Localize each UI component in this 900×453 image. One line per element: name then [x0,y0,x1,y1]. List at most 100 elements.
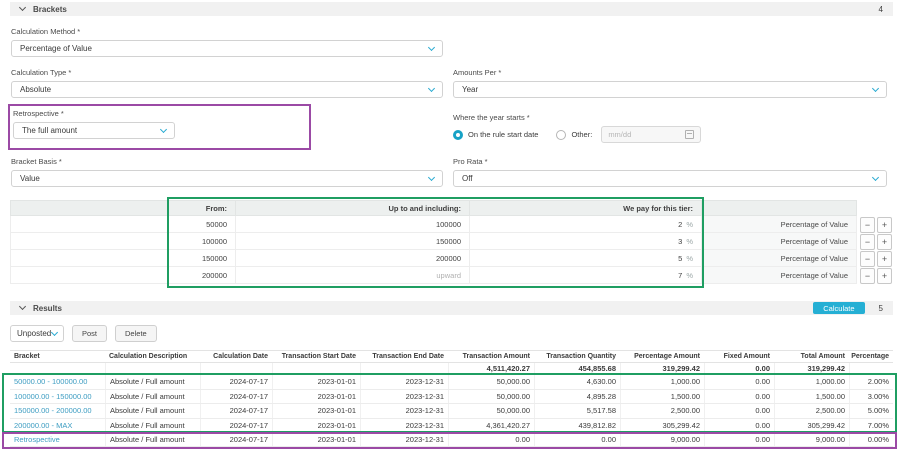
tier-wepay-input[interactable]: 3% [470,233,702,250]
add-tier-button[interactable]: + [877,250,892,267]
amounts-per-field: Amounts Per * Year [453,57,887,98]
tier-from-input[interactable]: 150000 [168,250,236,267]
remove-tier-button[interactable]: − [860,267,875,284]
tier-name-cell [10,216,168,233]
amounts-per-label: Amounts Per * [453,68,502,77]
post-button[interactable]: Post [72,325,108,342]
tier-from-input[interactable]: 50000 [168,216,236,233]
percentage-amount-cell: 305,299.42 [620,418,704,432]
tier-from-input[interactable]: 200000 [168,267,236,284]
transaction-start-date-cell: 2023-01-01 [272,375,360,389]
tier-from-input[interactable]: 100000 [168,233,236,250]
bracket-link[interactable]: 150000.00 - 200000.00 [10,404,105,418]
amounts-per-select[interactable]: Year [453,81,887,98]
transaction-quantity-cell: 439,812.82 [534,418,620,432]
column-header: Percentage [851,353,889,360]
tier-row-controls: − + [860,250,892,267]
remove-tier-button[interactable]: − [860,233,875,250]
totals-fixed-amount: 0.00 [704,363,774,374]
brackets-section-header[interactable]: Brackets 4 [10,2,893,16]
bracket-link[interactable]: 100000.00 - 150000.00 [10,390,105,404]
totals-cell [272,363,360,374]
posted-status-select[interactable]: Unposted [10,325,64,342]
fixed-amount-cell: 0.00 [704,418,774,432]
calculation-date-cell: 2024-07-17 [200,404,272,418]
percentage-cell: 7.00% [849,418,893,432]
calculation-type-select[interactable]: Absolute [11,81,443,98]
chevron-down-icon [871,173,880,182]
bracket-link[interactable]: 50000.00 - 100000.00 [10,375,105,389]
other-date-input[interactable]: mm/dd [601,126,702,143]
column-header: Transaction Amount [462,353,530,360]
delete-button[interactable]: Delete [115,325,157,342]
calculation-date-cell: 2024-07-17 [200,433,272,446]
tier-method-cell: Percentage of Value [702,267,857,284]
tier-wepay-input[interactable]: 7% [470,267,702,284]
pro-rata-select[interactable]: Off [453,170,887,187]
totals-cell [105,363,200,374]
tier-upto-input[interactable]: 150000 [236,233,470,250]
calculation-description-cell: Absolute / Full amount [105,389,200,403]
totals-cell [360,363,448,374]
tier-upto-input[interactable]: 100000 [236,216,470,233]
column-header: Total Amount [800,353,845,360]
remove-tier-button[interactable]: − [860,216,875,233]
result-row: 100000.00 - 150000.00 Absolute / Full am… [10,388,893,404]
tier-upto-input[interactable]: upward [236,267,470,284]
calculation-type-label: Calculation Type * [11,68,72,77]
results-toolbar: Unposted Post Delete [10,325,900,342]
bracket-link[interactable]: 200000.00 - MAX [10,419,105,433]
calculation-method-field: Calculation Method * Percentage of Value [11,16,443,57]
tier-header-row: From: Up to and including: We pay for th… [10,200,900,216]
calendar-icon[interactable] [685,130,695,139]
tier-wepay-value: 5 [678,253,683,263]
add-tier-button[interactable]: + [877,267,892,284]
column-header: Bracket [14,353,40,360]
pro-rata-value: Off [462,174,473,183]
other-date-radio[interactable] [556,129,567,140]
calculate-button[interactable]: Calculate [813,302,865,314]
column-header: Calculation Description [109,353,188,360]
transaction-end-date-cell: 2023-12-31 [360,404,448,418]
year-starts-field: Where the year starts * On the rule star… [453,98,887,150]
calculation-method-select[interactable]: Percentage of Value [11,40,443,57]
chevron-down-icon [427,173,436,182]
tier-name-header [10,200,168,216]
total-amount-cell: 305,299.42 [774,418,849,432]
rule-start-date-option-label[interactable]: On the rule start date [468,130,538,139]
rule-start-date-radio[interactable] [453,129,463,140]
chevron-down-icon [50,328,59,337]
transaction-start-date-cell: 2023-01-01 [272,433,360,446]
bracket-link[interactable]: Retrospective [10,433,105,446]
collapse-chevron-icon[interactable] [18,3,27,12]
percentage-amount-cell: 2,500.00 [620,404,704,418]
tier-wepay-input[interactable]: 5% [470,250,702,267]
tier-table: From: Up to and including: We pay for th… [10,200,900,284]
tier-upto-input[interactable]: 200000 [236,250,470,267]
retrospective-select[interactable]: The full amount [13,122,175,139]
year-starts-options: On the rule start date Other: mm/dd [453,126,887,143]
totals-cell [200,363,272,374]
percent-sign: % [686,236,693,246]
collapse-chevron-icon[interactable] [18,302,27,311]
transaction-amount-cell: 50,000.00 [448,375,534,389]
results-totals-row: 4,511,420.27 454,855.68 319,299.42 0.00 … [10,363,893,374]
result-row: 200000.00 - MAX Absolute / Full amount 2… [10,417,893,433]
tier-method-cell: Percentage of Value [702,216,857,233]
calculation-type-value: Absolute [20,85,52,94]
brackets-form: Calculation Method * Percentage of Value… [0,16,900,187]
transaction-amount-cell: 50,000.00 [448,404,534,418]
calculation-date-cell: 2024-07-17 [200,375,272,389]
tier-wepay-input[interactable]: 2% [470,216,702,233]
bracket-basis-select[interactable]: Value [11,170,443,187]
tier-row-controls: − + [860,233,892,250]
remove-tier-button[interactable]: − [860,250,875,267]
calculation-date-cell: 2024-07-17 [200,418,272,432]
add-tier-button[interactable]: + [877,216,892,233]
other-option-label[interactable]: Other: [571,130,592,139]
results-table: Bracket Calculation Description Calculat… [10,350,893,447]
fixed-amount-cell: 0.00 [704,375,774,389]
add-tier-button[interactable]: + [877,233,892,250]
tier-wepay-value: 7 [678,270,683,280]
results-section-header[interactable]: Results Calculate 5 [10,301,893,315]
